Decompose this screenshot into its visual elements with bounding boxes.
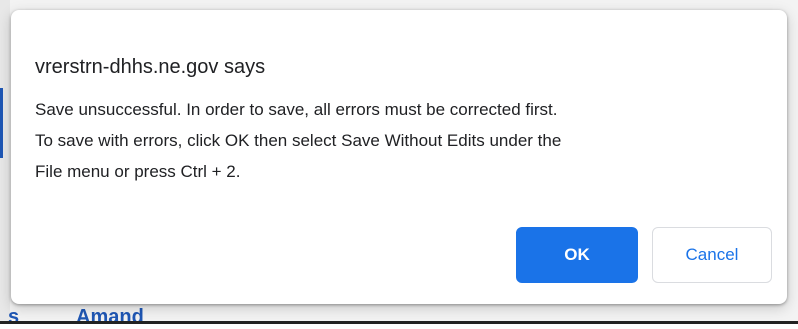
- backdrop-left-strip: [0, 0, 10, 324]
- cancel-button[interactable]: Cancel: [652, 227, 772, 283]
- alert-dialog: vrerstrn-dhhs.ne.gov says Save unsuccess…: [11, 10, 787, 304]
- dialog-message-line: Save unsuccessful. In order to save, all…: [35, 100, 558, 119]
- backdrop-partial-text-left: s: [8, 306, 20, 328]
- ok-button[interactable]: OK: [516, 227, 638, 283]
- dialog-message: Save unsuccessful. In order to save, all…: [35, 94, 765, 187]
- backdrop-blue-accent: [0, 88, 3, 158]
- dialog-title: vrerstrn-dhhs.ne.gov says: [35, 56, 266, 78]
- dialog-message-line: To save with errors, click OK then selec…: [35, 131, 562, 150]
- dialog-message-line: File menu or press Ctrl + 2.: [35, 162, 241, 181]
- backdrop-partial-link[interactable]: Amand: [76, 306, 144, 329]
